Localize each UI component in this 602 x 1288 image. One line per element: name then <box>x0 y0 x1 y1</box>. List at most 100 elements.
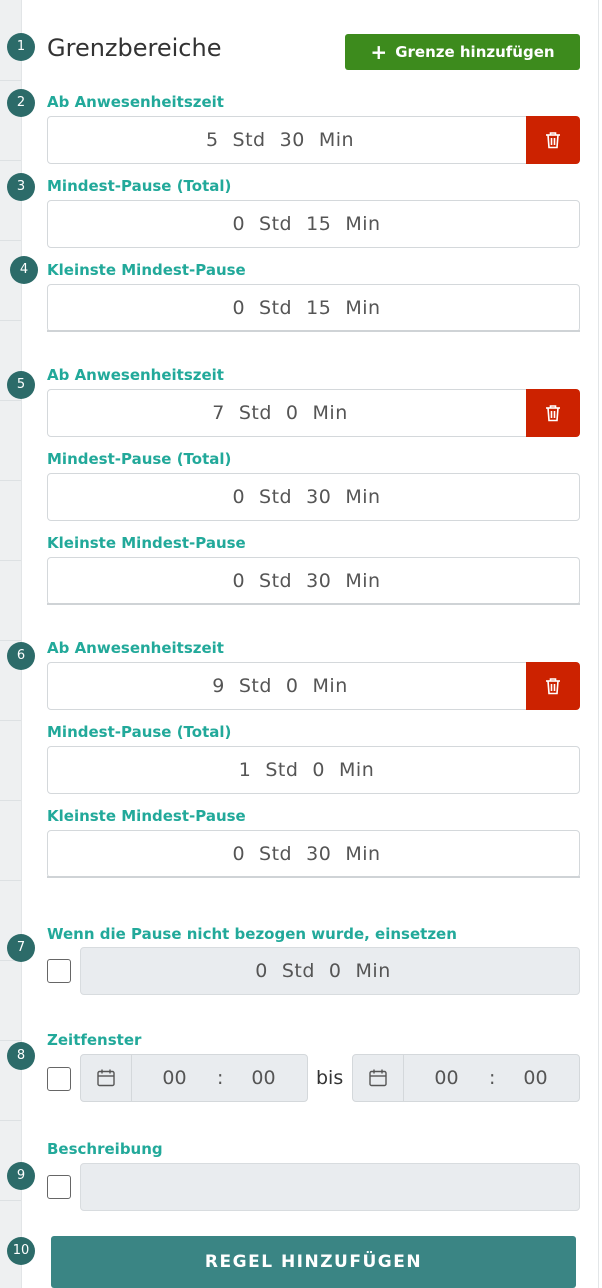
hours-value: 0 <box>232 297 246 319</box>
step-badge-2: 2 <box>7 89 35 117</box>
minutes-unit: Min <box>345 213 381 235</box>
delete-limit-button[interactable] <box>526 116 580 164</box>
hours-unit: Std <box>238 402 272 424</box>
hours-value: 7 <box>212 402 225 424</box>
page-title: Grenzbereiche <box>47 34 222 62</box>
minutes-value: 0 <box>285 675 299 697</box>
hours-value: 0 <box>232 843 246 865</box>
min-break-total-label: Mindest-Pause (Total) <box>47 450 232 468</box>
hours-value: 1 <box>238 759 252 781</box>
fallback-break-label: Wenn die Pause nicht bezogen wurde, eins… <box>47 925 457 943</box>
minutes-value: 30 <box>306 570 332 592</box>
group-divider <box>47 330 580 332</box>
time-window-label: Zeitfenster <box>47 1031 142 1049</box>
step-badge-1: 1 <box>7 33 35 61</box>
presence-time-input[interactable]: 5 Std 30 Min <box>47 116 527 164</box>
hours-unit: Std <box>259 297 293 319</box>
presence-time-input[interactable]: 7 Std 0 Min <box>47 389 527 437</box>
hours-value: 0 <box>232 486 246 508</box>
calendar-icon <box>353 1055 404 1101</box>
minutes-unit: Min <box>355 960 391 982</box>
step-badge-4: 4 <box>10 256 38 284</box>
minutes-value: 0 <box>312 759 326 781</box>
minutes-value: 30 <box>279 129 305 151</box>
smallest-min-break-input[interactable]: 0 Std 30 Min <box>47 557 580 605</box>
hours-value: 5 <box>205 129 219 151</box>
step-badge-9: 9 <box>7 1162 35 1190</box>
step-badge-6: 6 <box>7 642 35 670</box>
minutes-value: 0 <box>328 960 342 982</box>
hours-unit: Std <box>259 570 293 592</box>
hours-value: 0 <box>232 570 246 592</box>
hours-unit: Std <box>259 843 293 865</box>
step-badge-7: 7 <box>7 934 35 962</box>
fallback-break-input[interactable]: 0 Std 0 Min <box>80 947 580 995</box>
minutes-unit: Min <box>345 843 381 865</box>
step-badge-3: 3 <box>7 173 35 201</box>
description-input[interactable] <box>80 1163 580 1211</box>
add-limit-label: Grenze hinzufügen <box>395 43 555 61</box>
step-badge-8: 8 <box>7 1042 35 1070</box>
smallest-min-break-label: Kleinste Mindest-Pause <box>47 807 246 825</box>
delete-limit-button[interactable] <box>526 389 580 437</box>
trash-icon <box>546 405 560 422</box>
from-minutes: 00 <box>251 1067 276 1089</box>
add-rule-button[interactable]: REGEL HINZUFÜGEN <box>51 1236 576 1288</box>
hours-unit: Std <box>232 129 266 151</box>
minutes-value: 15 <box>306 213 332 235</box>
hours-unit: Std <box>259 486 293 508</box>
panel-right-border <box>598 0 599 1288</box>
smallest-min-break-label: Kleinste Mindest-Pause <box>47 261 246 279</box>
to-hours: 00 <box>434 1067 459 1089</box>
minutes-unit: Min <box>312 402 348 424</box>
calendar-icon <box>81 1055 132 1101</box>
min-break-total-label: Mindest-Pause (Total) <box>47 723 232 741</box>
step-badge-10: 10 <box>7 1237 35 1265</box>
minutes-unit: Min <box>345 570 381 592</box>
minutes-unit: Min <box>345 297 381 319</box>
min-break-total-input[interactable]: 1 Std 0 Min <box>47 746 580 794</box>
presence-time-label: Ab Anwesenheitszeit <box>47 93 224 111</box>
to-minutes: 00 <box>523 1067 548 1089</box>
group-divider <box>47 603 580 605</box>
hours-unit: Std <box>238 675 272 697</box>
minutes-value: 30 <box>306 486 332 508</box>
hours-value: 0 <box>255 960 268 982</box>
trash-icon <box>546 678 560 695</box>
description-label: Beschreibung <box>47 1140 163 1158</box>
minutes-unit: Min <box>318 129 355 151</box>
group-divider <box>47 876 580 878</box>
hours-unit: Std <box>265 759 299 781</box>
hours-value: 0 <box>232 213 246 235</box>
presence-time-label: Ab Anwesenheitszeit <box>47 639 224 657</box>
time-window-checkbox[interactable] <box>47 1067 71 1091</box>
min-break-total-input[interactable]: 0 Std 30 Min <box>47 473 580 521</box>
smallest-min-break-label: Kleinste Mindest-Pause <box>47 534 246 552</box>
step-badge-5: 5 <box>7 371 35 399</box>
smallest-min-break-input[interactable]: 0 Std 15 Min <box>47 284 580 332</box>
presence-time-input[interactable]: 9 Std 0 Min <box>47 662 527 710</box>
description-checkbox[interactable] <box>47 1175 71 1199</box>
minutes-unit: Min <box>345 486 381 508</box>
from-hours: 00 <box>162 1067 187 1089</box>
plus-icon: + <box>370 40 388 64</box>
time-window-bis-label: bis <box>316 1067 344 1089</box>
minutes-value: 15 <box>306 297 332 319</box>
hours-unit: Std <box>259 213 293 235</box>
minutes-unit: Min <box>339 759 375 781</box>
hours-unit: Std <box>281 960 315 982</box>
minutes-value: 0 <box>285 402 299 424</box>
presence-time-label: Ab Anwesenheitszeit <box>47 366 224 384</box>
delete-limit-button[interactable] <box>526 662 580 710</box>
fallback-break-checkbox[interactable] <box>47 959 71 983</box>
time-window-to-input[interactable]: 00 : 00 <box>352 1054 580 1102</box>
smallest-min-break-input[interactable]: 0 Std 30 Min <box>47 830 580 878</box>
hours-value: 9 <box>212 675 225 697</box>
minutes-value: 30 <box>306 843 332 865</box>
minutes-unit: Min <box>312 675 348 697</box>
time-window-from-input[interactable]: 00 : 00 <box>80 1054 308 1102</box>
min-break-total-label: Mindest-Pause (Total) <box>47 177 232 195</box>
min-break-total-input[interactable]: 0 Std 15 Min <box>47 200 580 248</box>
trash-icon <box>546 132 560 149</box>
add-limit-button[interactable]: + Grenze hinzufügen <box>345 34 580 70</box>
